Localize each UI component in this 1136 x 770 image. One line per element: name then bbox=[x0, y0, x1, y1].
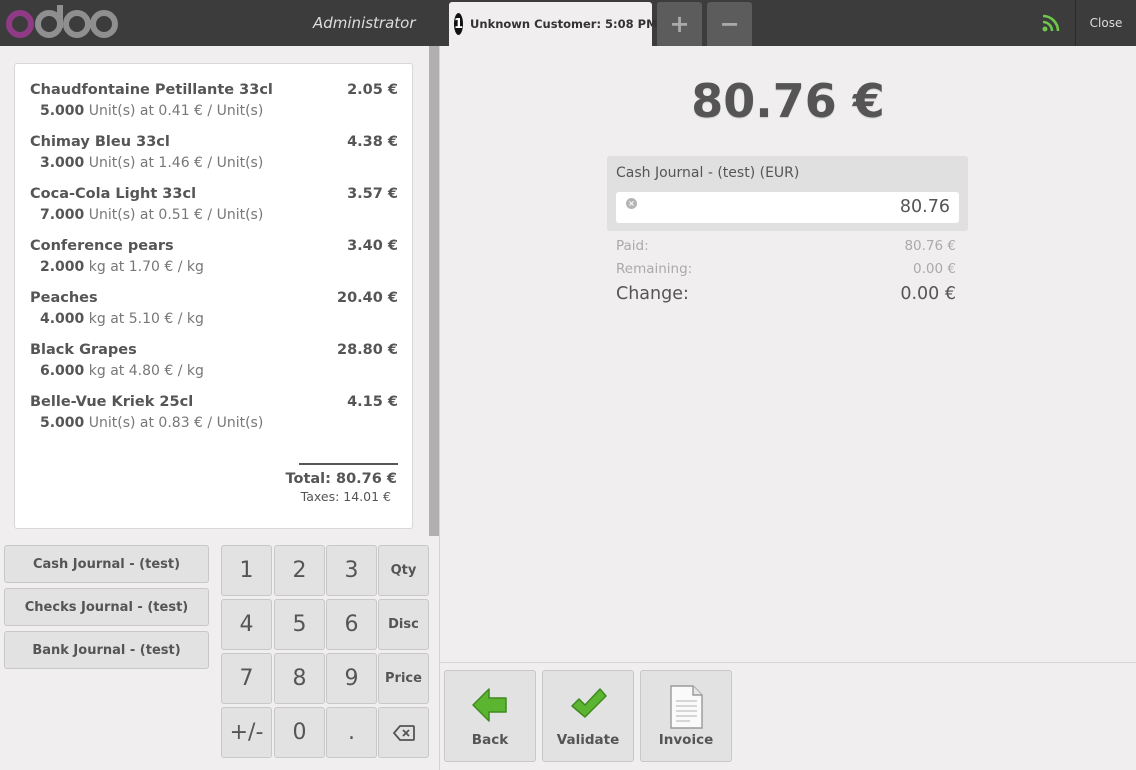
checkmark-icon bbox=[571, 688, 607, 718]
cash-journal-button[interactable]: Cash Journal - (test) bbox=[4, 545, 209, 583]
orderline-name: Belle-Vue Kriek 25cl bbox=[30, 394, 194, 410]
remaining-label: Remaining: bbox=[616, 261, 693, 277]
orderline-detail: 4.000 kg at 5.10 € / kg bbox=[40, 311, 204, 327]
numpad-key-6[interactable]: 6 bbox=[326, 599, 377, 650]
numpad-key-3[interactable]: 3 bbox=[326, 545, 377, 596]
orderline-name: Peaches bbox=[30, 290, 98, 306]
clear-icon[interactable]: × bbox=[626, 198, 637, 209]
bank-journal-button[interactable]: Bank Journal - (test) bbox=[4, 631, 209, 669]
odoo-logo bbox=[6, 5, 118, 38]
orderline-unit-price: Unit(s) at 0.41 € / Unit(s) bbox=[88, 103, 264, 119]
numpad-key-1[interactable]: 1 bbox=[221, 545, 272, 596]
validate-button[interactable]: Validate bbox=[542, 670, 634, 762]
orderline-price: 3.57 € bbox=[347, 186, 398, 202]
invoice-button[interactable]: Invoice bbox=[640, 670, 732, 762]
orderline-qty: 2.000 bbox=[40, 259, 85, 275]
orderline-price: 2.05 € bbox=[347, 82, 398, 98]
orderline-name: Chaudfontaine Petillante 33cl bbox=[30, 82, 273, 98]
back-button[interactable]: Back bbox=[444, 670, 536, 762]
paid-label: Paid: bbox=[616, 238, 649, 254]
remove-order-button[interactable]: − bbox=[707, 2, 752, 46]
numpad-key-8[interactable]: 8 bbox=[274, 653, 325, 704]
username: Administrator bbox=[313, 14, 416, 32]
backspace-icon bbox=[392, 724, 415, 741]
orderline-name: Conference pears bbox=[30, 238, 174, 254]
checks-journal-button[interactable]: Checks Journal - (test) bbox=[4, 588, 209, 626]
numpad-disc-button[interactable]: Disc bbox=[378, 599, 429, 650]
orderline-qty: 5.000 bbox=[40, 415, 85, 431]
numpad-key-5[interactable]: 5 bbox=[274, 599, 325, 650]
orderline-qty: 3.000 bbox=[40, 155, 85, 171]
orderline-detail: 3.000 Unit(s) at 1.46 € / Unit(s) bbox=[40, 155, 263, 171]
orderline-unit-price: Unit(s) at 1.46 € / Unit(s) bbox=[88, 155, 264, 171]
validate-label: Validate bbox=[556, 732, 620, 748]
orderline-qty: 7.000 bbox=[40, 207, 85, 223]
numpad-key-7[interactable]: 7 bbox=[221, 653, 272, 704]
orderline-detail: 2.000 kg at 1.70 € / kg bbox=[40, 259, 204, 275]
orderline-unit-price: Unit(s) at 0.51 € / Unit(s) bbox=[88, 207, 264, 223]
change-value: 0.00 € bbox=[900, 284, 956, 304]
numpad-key-9[interactable]: 9 bbox=[326, 653, 377, 704]
orderline-price: 4.15 € bbox=[347, 394, 398, 410]
orderline-name: Black Grapes bbox=[30, 342, 137, 358]
orderline-unit-price: kg at 1.70 € / kg bbox=[88, 259, 204, 275]
connection-status-icon bbox=[1042, 14, 1060, 32]
order-container: Chaudfontaine Petillante 33cl 2.05 € 5.0… bbox=[14, 63, 413, 529]
orderline-qty: 5.000 bbox=[40, 103, 85, 119]
order-scrollbar[interactable] bbox=[429, 46, 439, 536]
orderline-qty: 6.000 bbox=[40, 363, 85, 379]
numpad-price-button[interactable]: Price bbox=[378, 653, 429, 704]
order-number-badge: 1 bbox=[454, 13, 464, 35]
payment-line-journal: Cash Journal - (test) (EUR) bbox=[616, 165, 800, 181]
orderline-unit-price: Unit(s) at 0.83 € / Unit(s) bbox=[88, 415, 264, 431]
numpad-dot-key[interactable]: . bbox=[326, 707, 377, 758]
orderline-detail: 6.000 kg at 4.80 € / kg bbox=[40, 363, 204, 379]
paid-value: 80.76 € bbox=[904, 238, 956, 254]
payment-amount-value: 80.76 bbox=[899, 197, 950, 217]
remaining-value: 0.00 € bbox=[913, 261, 956, 277]
numpad-plus-minus-key[interactable]: +/- bbox=[221, 707, 272, 758]
change-label: Change: bbox=[616, 284, 689, 304]
payment-amount-input[interactable]: × 80.76 bbox=[616, 192, 959, 223]
numpad-qty-button[interactable]: Qty bbox=[378, 545, 429, 596]
order-total: Total: 80.76 € bbox=[285, 471, 397, 487]
totals-divider bbox=[299, 463, 398, 465]
amount-due: 80.76 € bbox=[691, 74, 885, 128]
orderline-price: 20.40 € bbox=[336, 290, 398, 306]
order-tab-label: Unknown Customer: 5:08 PM bbox=[470, 17, 658, 31]
order-tab[interactable]: 1 Unknown Customer: 5:08 PM bbox=[449, 2, 658, 46]
orderline-detail: 5.000 Unit(s) at 0.41 € / Unit(s) bbox=[40, 103, 263, 119]
document-icon bbox=[670, 685, 703, 729]
orderline-unit-price: kg at 4.80 € / kg bbox=[88, 363, 204, 379]
add-order-button[interactable]: + bbox=[657, 2, 702, 46]
close-button[interactable]: Close bbox=[1076, 0, 1136, 46]
payment-line[interactable]: Cash Journal - (test) (EUR) × 80.76 bbox=[607, 156, 968, 231]
orderline-unit-price: kg at 5.10 € / kg bbox=[88, 311, 204, 327]
orderline-price: 28.80 € bbox=[336, 342, 398, 358]
orderline-qty: 4.000 bbox=[40, 311, 85, 327]
invoice-label: Invoice bbox=[658, 732, 714, 748]
orderline-price: 4.38 € bbox=[347, 134, 398, 150]
order-taxes: Taxes: 14.01 € bbox=[300, 489, 391, 504]
back-arrow-icon bbox=[472, 688, 507, 722]
orderline-detail: 5.000 Unit(s) at 0.83 € / Unit(s) bbox=[40, 415, 263, 431]
orderline-name: Chimay Bleu 33cl bbox=[30, 134, 170, 150]
numpad-key-2[interactable]: 2 bbox=[274, 545, 325, 596]
numpad-backspace-button[interactable] bbox=[378, 707, 429, 758]
orderline-price: 3.40 € bbox=[347, 238, 398, 254]
back-label: Back bbox=[471, 732, 509, 748]
numpad-key-0[interactable]: 0 bbox=[274, 707, 325, 758]
orderline-name: Coca-Cola Light 33cl bbox=[30, 186, 197, 202]
numpad-key-4[interactable]: 4 bbox=[221, 599, 272, 650]
orderline-detail: 7.000 Unit(s) at 0.51 € / Unit(s) bbox=[40, 207, 263, 223]
